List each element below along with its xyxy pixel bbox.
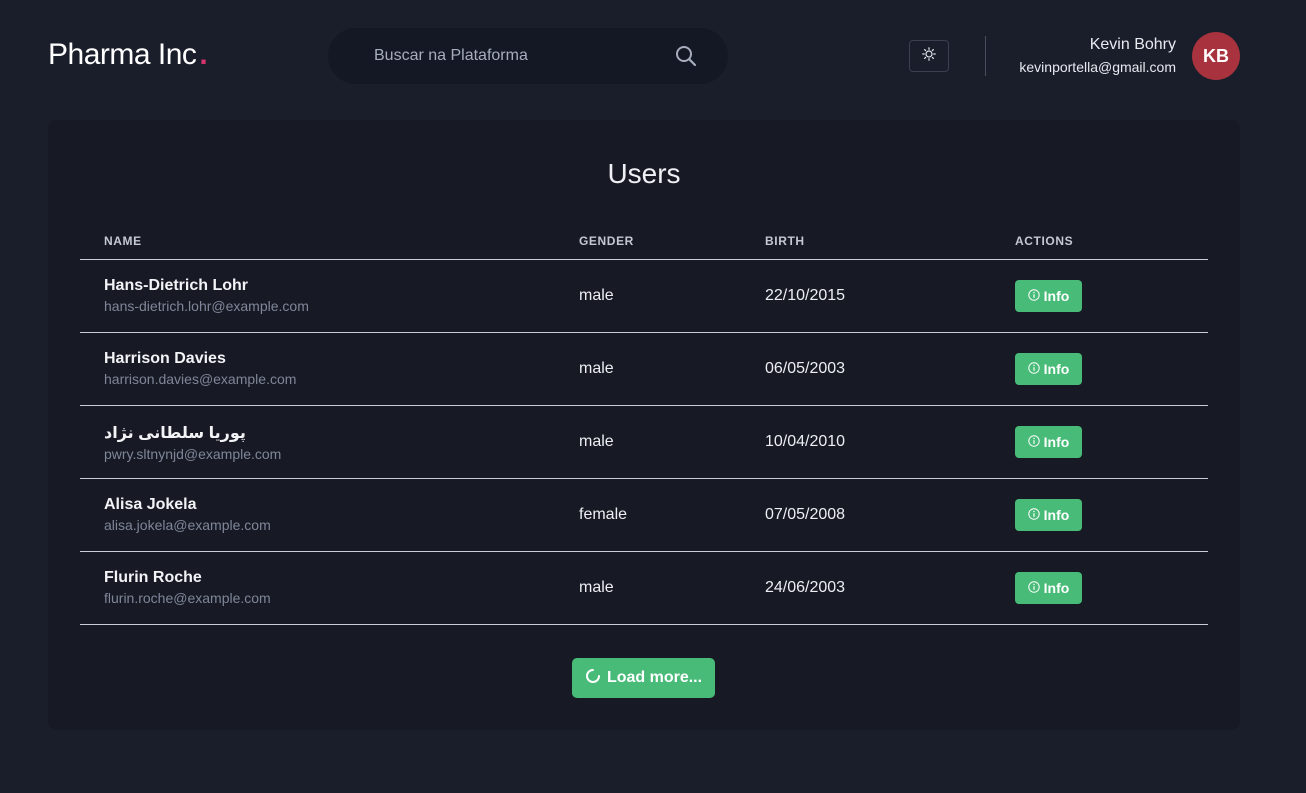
info-button-label: Info [1043,288,1070,304]
user-row-birth: 22/10/2015 [765,287,846,304]
spinner-icon [585,668,601,689]
column-header-birth: BIRTH [765,234,805,248]
avatar[interactable]: KB [1192,32,1240,80]
table-row: Harrison Davies harrison.davies@example.c… [80,333,1208,406]
theme-toggle-button[interactable] [909,40,949,72]
table-row: پوریا سلطانی نژاد pwry.sltnynjd@example.c… [80,406,1208,479]
info-button[interactable]: Info [1015,572,1082,604]
user-row-birth: 06/05/2003 [765,360,846,377]
info-button[interactable]: Info [1015,280,1082,312]
user-row-email: pwry.sltnynjd@example.com [104,446,282,462]
users-table: NAME GENDER BIRTH ACTIONS Hans-Dietrich … [80,228,1208,625]
user-row-birth: 24/06/2003 [765,579,846,596]
search-input[interactable] [374,46,664,66]
column-header-actions: ACTIONS [1015,234,1074,248]
table-row: Flurin Roche flurin.roche@example.com mal… [80,552,1208,625]
user-row-name: Flurin Roche [104,569,202,586]
user-email: kevinportella@gmail.com [1019,59,1176,75]
table-row: Alisa Jokela alisa.jokela@example.com fem… [80,479,1208,552]
user-name: Kevin Bohry [1089,36,1176,53]
info-button-label: Info [1043,580,1070,596]
user-row-email: hans-dietrich.lohr@example.com [104,298,309,314]
logo-dot: . [199,38,208,71]
info-icon [1027,580,1040,596]
info-icon [1027,434,1040,450]
table-row: Hans-Dietrich Lohr hans-dietrich.lohr@exa… [80,260,1208,333]
column-header-gender: GENDER [579,234,634,248]
info-button[interactable]: Info [1015,426,1082,458]
info-button[interactable]: Info [1015,353,1082,385]
user-row-gender: female [579,506,628,523]
info-button[interactable]: Info [1015,499,1082,531]
header: Pharma Inc. Kevin Bohry kevinportella@gm… [0,0,1306,110]
user-row-name: Harrison Davies [104,350,226,367]
user-row-name: پوریا سلطانی نژاد [104,425,246,442]
logo[interactable]: Pharma Inc. [48,38,208,72]
user-row-name: Hans-Dietrich Lohr [104,277,249,294]
user-row-name: Alisa Jokela [104,496,197,513]
info-icon [1027,361,1040,377]
info-button-label: Info [1043,434,1070,450]
user-row-email: alisa.jokela@example.com [104,517,271,533]
user-row-gender: male [579,579,614,596]
user-row-gender: male [579,287,614,304]
user-info: Kevin Bohry kevinportella@gmail.com [1019,36,1176,75]
table-header: NAME GENDER BIRTH ACTIONS [80,228,1208,260]
user-row-email: harrison.davies@example.com [104,371,297,387]
user-row-gender: male [579,360,614,377]
info-icon [1027,507,1040,523]
user-row-gender: male [579,433,614,450]
page-title: Users [607,158,681,189]
column-header-name: NAME [104,234,142,248]
header-divider [985,36,986,76]
user-row-birth: 10/04/2010 [765,433,846,450]
info-button-label: Info [1043,361,1070,377]
load-more-button[interactable]: Load more... [572,658,715,698]
info-button-label: Info [1043,507,1070,523]
info-icon [1027,288,1040,304]
sun-icon [922,46,936,66]
user-row-email: flurin.roche@example.com [104,590,271,606]
search-icon[interactable] [674,44,698,68]
load-more-label: Load more... [606,669,703,686]
user-row-birth: 07/05/2008 [765,506,846,523]
search-bar [328,28,728,84]
users-card: Users NAME GENDER BIRTH ACTIONS Hans-Die… [48,120,1240,730]
logo-text: Pharma Inc [48,38,197,71]
